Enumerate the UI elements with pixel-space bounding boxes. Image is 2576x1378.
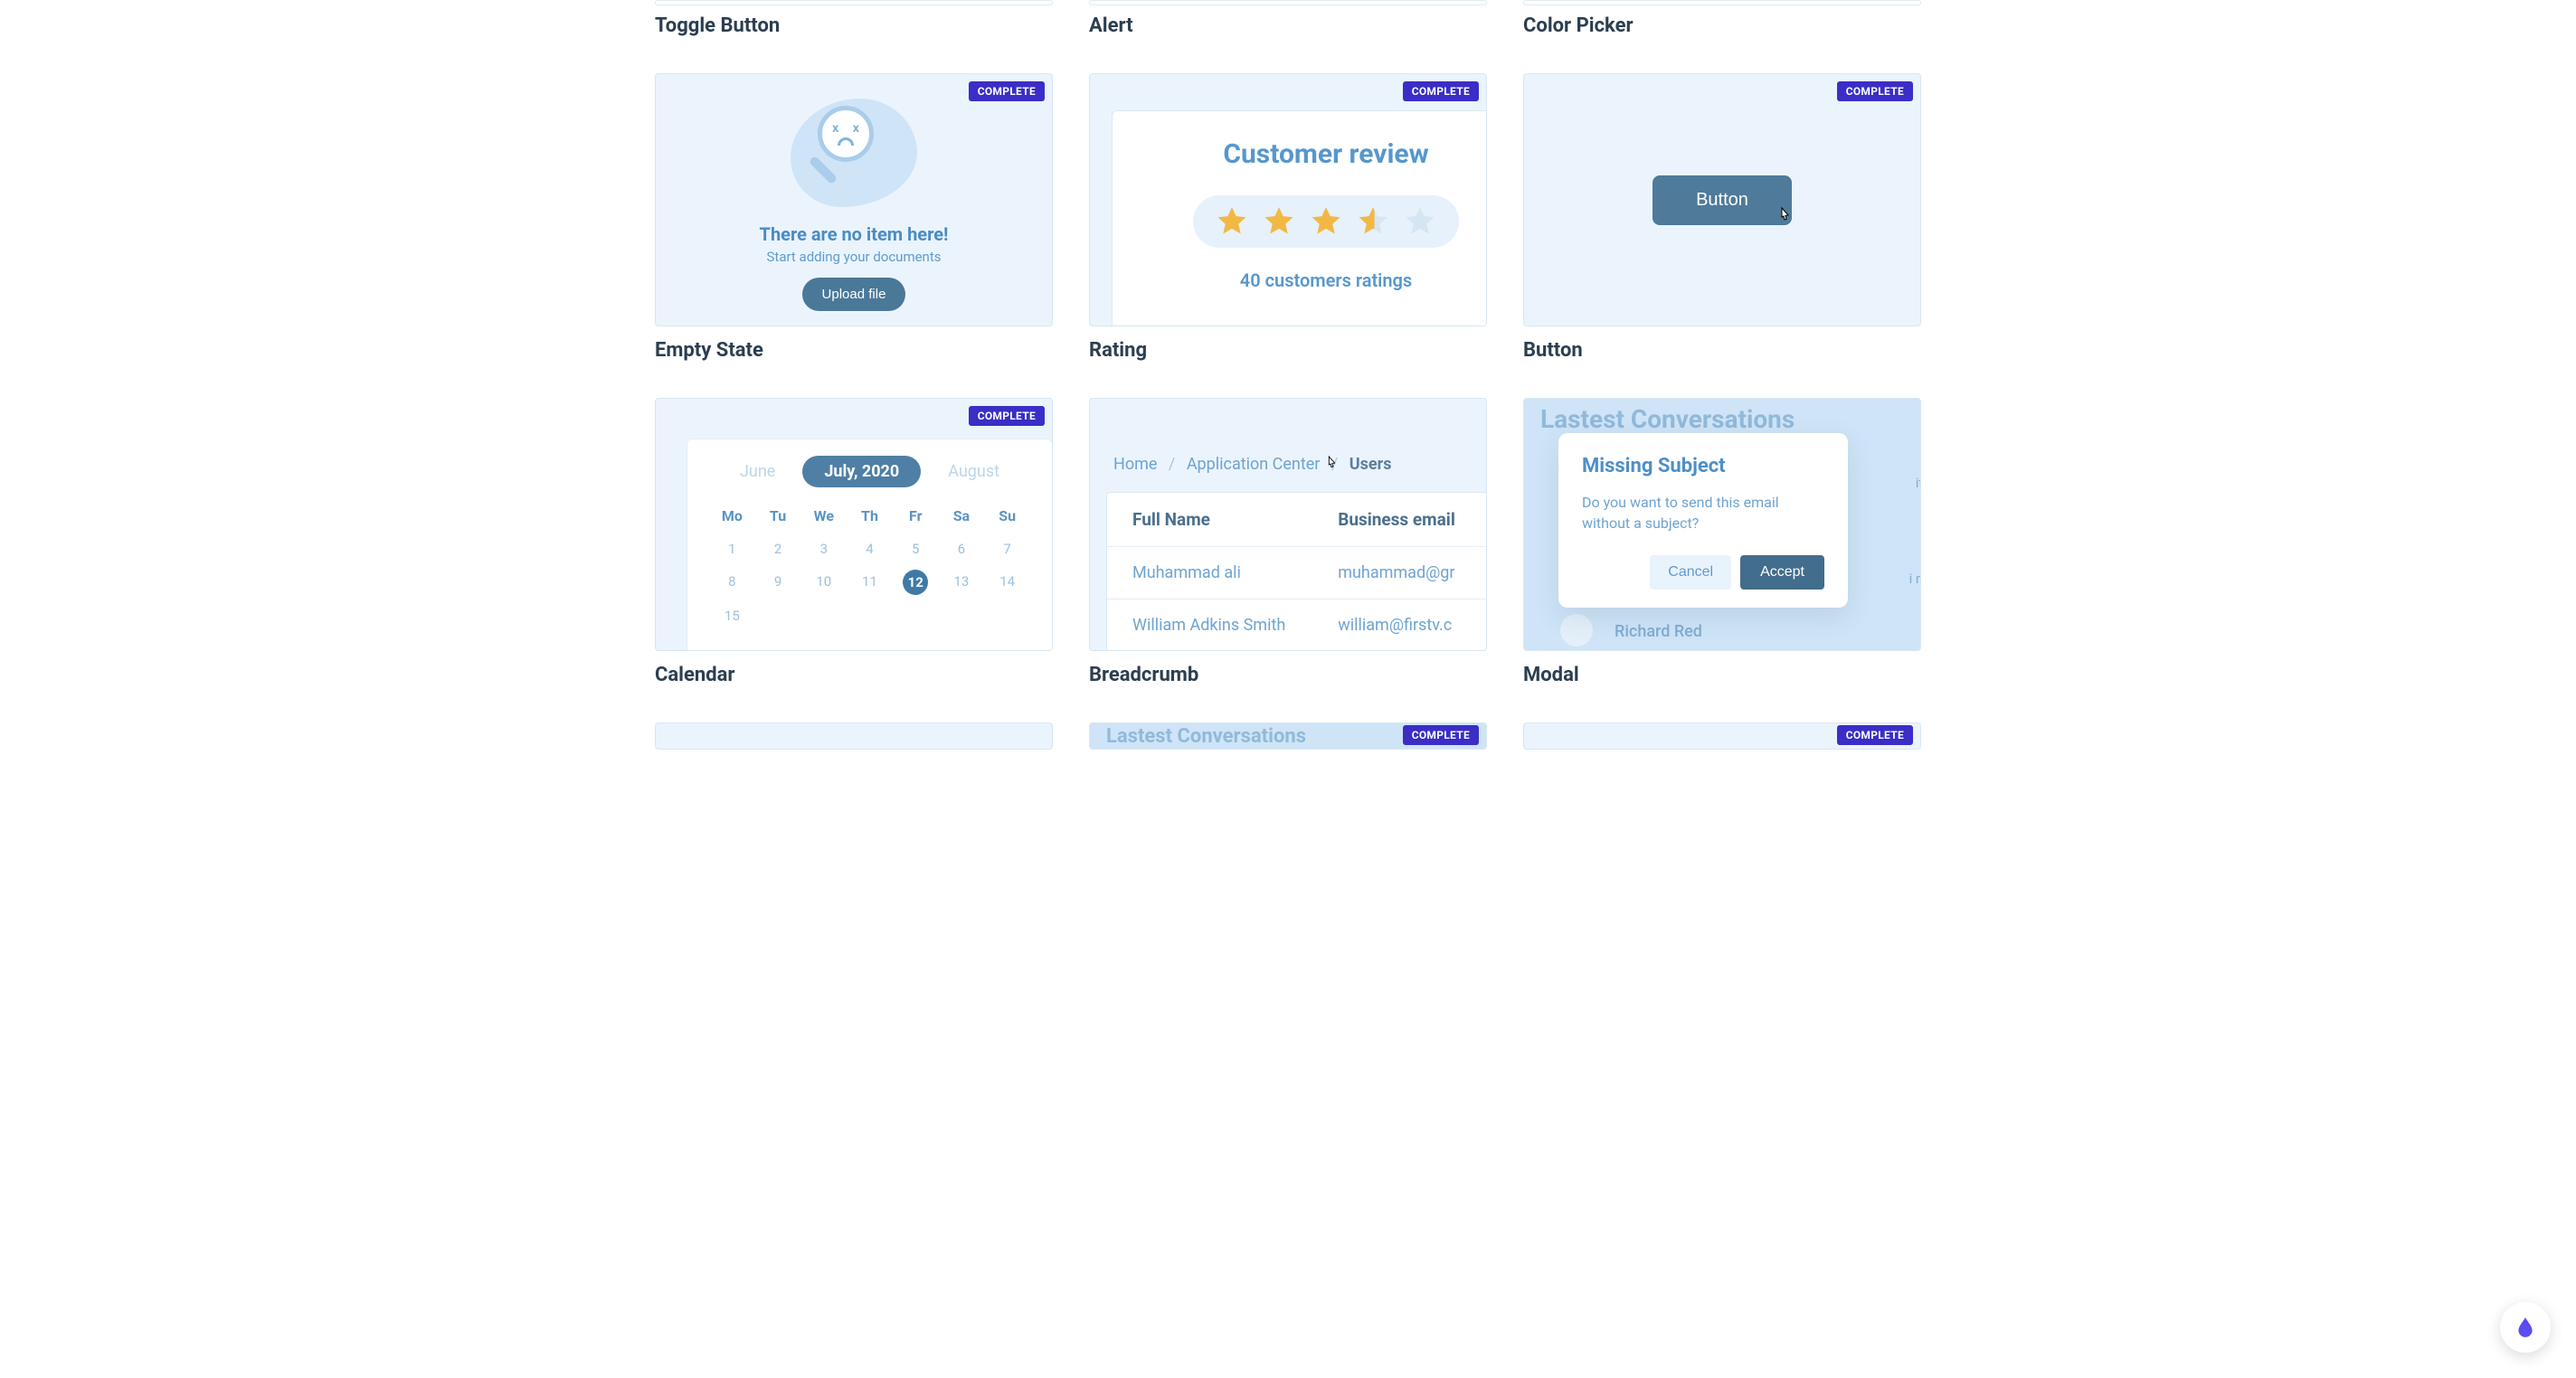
star-icon	[1215, 204, 1249, 239]
calendar-day[interactable]	[847, 608, 893, 624]
accept-button[interactable]: Accept	[1740, 555, 1824, 590]
status-badge: COMPLETE	[969, 406, 1045, 426]
status-badge: COMPLETE	[1837, 81, 1913, 101]
calendar-dow: Su	[984, 507, 1030, 524]
calendar-day[interactable]: 8	[709, 573, 755, 591]
calendar-day[interactable]	[893, 608, 939, 624]
calendar-dow: Sa	[939, 507, 985, 524]
calendar-day[interactable]: 9	[755, 573, 801, 591]
calendar-day[interactable]: 13	[939, 573, 985, 591]
calendar-dow: Th	[847, 507, 893, 524]
card-title-modal: Modal	[1523, 664, 1921, 686]
breadcrumb-current: Users	[1350, 455, 1392, 474]
modal-bg-username: Richard Red	[1615, 622, 1702, 641]
calendar-day[interactable]	[984, 608, 1030, 624]
preview-toggle-button-partial	[655, 0, 1053, 5]
drop-icon	[2514, 1316, 2537, 1339]
empty-illustration: x x	[781, 99, 926, 207]
modal-dialog: Missing Subject Do you want to send this…	[1558, 433, 1848, 608]
calendar-day[interactable]: 7	[984, 541, 1030, 557]
users-table: Full Name Business email Muhammad ali mu…	[1106, 492, 1487, 651]
calendar-day[interactable]	[939, 608, 985, 624]
demo-button[interactable]: Button	[1653, 175, 1792, 225]
calendar-dow: Mo	[709, 507, 755, 524]
table-header-name: Full Name	[1132, 509, 1338, 530]
calendar-next-month[interactable]: August	[948, 462, 999, 481]
status-badge: COMPLETE	[1403, 81, 1479, 101]
calendar-day[interactable]: 11	[847, 573, 893, 591]
table-row[interactable]: William Adkins Smith william@firstv.c	[1107, 599, 1487, 651]
calendar-day[interactable]: 14	[984, 573, 1030, 591]
empty-title: There are no item here!	[760, 223, 949, 245]
calendar-day[interactable]: 4	[847, 541, 893, 557]
calendar-day[interactable]: 10	[800, 573, 847, 591]
calendar-day[interactable]: 5	[893, 541, 939, 557]
star-rating	[1193, 195, 1459, 248]
cursor-pointer-icon	[1776, 206, 1794, 231]
calendar-day[interactable]: 6	[939, 541, 985, 557]
avatar	[1560, 614, 1593, 647]
preview-row4-right[interactable]: COMPLETE	[1523, 722, 1921, 750]
card-title-calendar: Calendar	[655, 664, 1053, 686]
ratings-count: 40 customers ratings	[1138, 269, 1487, 291]
preview-rating[interactable]: COMPLETE Customer review 40 customers ra…	[1089, 73, 1487, 326]
star-half-icon	[1356, 204, 1390, 239]
calendar-prev-month[interactable]: June	[740, 462, 775, 481]
modal-bg-text: it to as	[1916, 475, 1921, 491]
calendar-day[interactable]	[755, 608, 801, 624]
fab-button[interactable]	[2500, 1302, 2551, 1353]
star-icon	[1262, 204, 1296, 239]
table-row[interactable]: Muhammad ali muhammad@gr	[1107, 547, 1487, 599]
calendar-dow: Tu	[755, 507, 801, 524]
card-title-rating: Rating	[1089, 339, 1487, 362]
preview-row4-left[interactable]	[655, 722, 1053, 750]
calendar-dow: We	[800, 507, 847, 524]
breadcrumb-link-home[interactable]: Home	[1113, 455, 1157, 474]
demo-button-label: Button	[1696, 190, 1748, 210]
modal-bg-text: i me.	[1909, 571, 1921, 587]
calendar-day[interactable]: 15	[709, 608, 755, 624]
calendar-dow: Fr	[893, 507, 939, 524]
card-title-color-picker: Color Picker	[1523, 14, 1921, 37]
empty-subtitle: Start adding your documents	[767, 249, 942, 265]
preview-button[interactable]: COMPLETE Button	[1523, 73, 1921, 326]
modal-title: Missing Subject	[1582, 455, 1824, 477]
calendar-day[interactable]: 3	[800, 541, 847, 557]
card-title-breadcrumb: Breadcrumb	[1089, 664, 1487, 686]
upload-file-button[interactable]: Upload file	[802, 278, 906, 311]
rating-heading: Customer review	[1138, 138, 1487, 170]
star-icon	[1309, 204, 1343, 239]
preview-calendar[interactable]: COMPLETE June July, 2020 August MoTuWeTh…	[655, 398, 1053, 651]
cancel-button[interactable]: Cancel	[1650, 555, 1731, 590]
preview-alert-partial	[1089, 0, 1487, 5]
calendar-current-month[interactable]: July, 2020	[802, 456, 921, 487]
preview-modal[interactable]: Lastest Conversations it to as i me. Ric…	[1523, 398, 1921, 651]
calendar-day[interactable]	[800, 608, 847, 624]
status-badge: COMPLETE	[969, 81, 1045, 101]
modal-bg-title: Lastest Conversations	[1524, 399, 1920, 434]
status-badge: COMPLETE	[1837, 725, 1913, 745]
card-title-button: Button	[1523, 339, 1921, 362]
magnifier-sad-icon: x x	[818, 106, 874, 162]
status-badge: COMPLETE	[1403, 725, 1479, 745]
card-title-toggle-button: Toggle Button	[655, 14, 1053, 37]
card-title-alert: Alert	[1089, 14, 1487, 37]
calendar-day[interactable]: 2	[755, 541, 801, 557]
cursor-pointer-icon	[1323, 459, 1340, 477]
preview-empty-state[interactable]: COMPLETE x x There are no item here! Sta…	[655, 73, 1053, 326]
table-header-email: Business email	[1338, 509, 1487, 530]
breadcrumb-link-app-center[interactable]: Application Center	[1187, 455, 1321, 474]
breadcrumb-path: Home / Application Center / Users	[1106, 435, 1487, 492]
card-title-empty-state: Empty State	[655, 339, 1053, 362]
preview-row4-center[interactable]: Lastest Conversations COMPLETE	[1089, 722, 1487, 750]
calendar-day[interactable]: 12	[903, 570, 928, 595]
calendar-day[interactable]: 1	[709, 541, 755, 557]
modal-body: Do you want to send this email without a…	[1582, 492, 1824, 533]
preview-color-picker-partial	[1523, 0, 1921, 5]
preview-breadcrumb[interactable]: Home / Application Center / Users Full N…	[1089, 398, 1487, 651]
star-empty-icon	[1403, 204, 1437, 239]
